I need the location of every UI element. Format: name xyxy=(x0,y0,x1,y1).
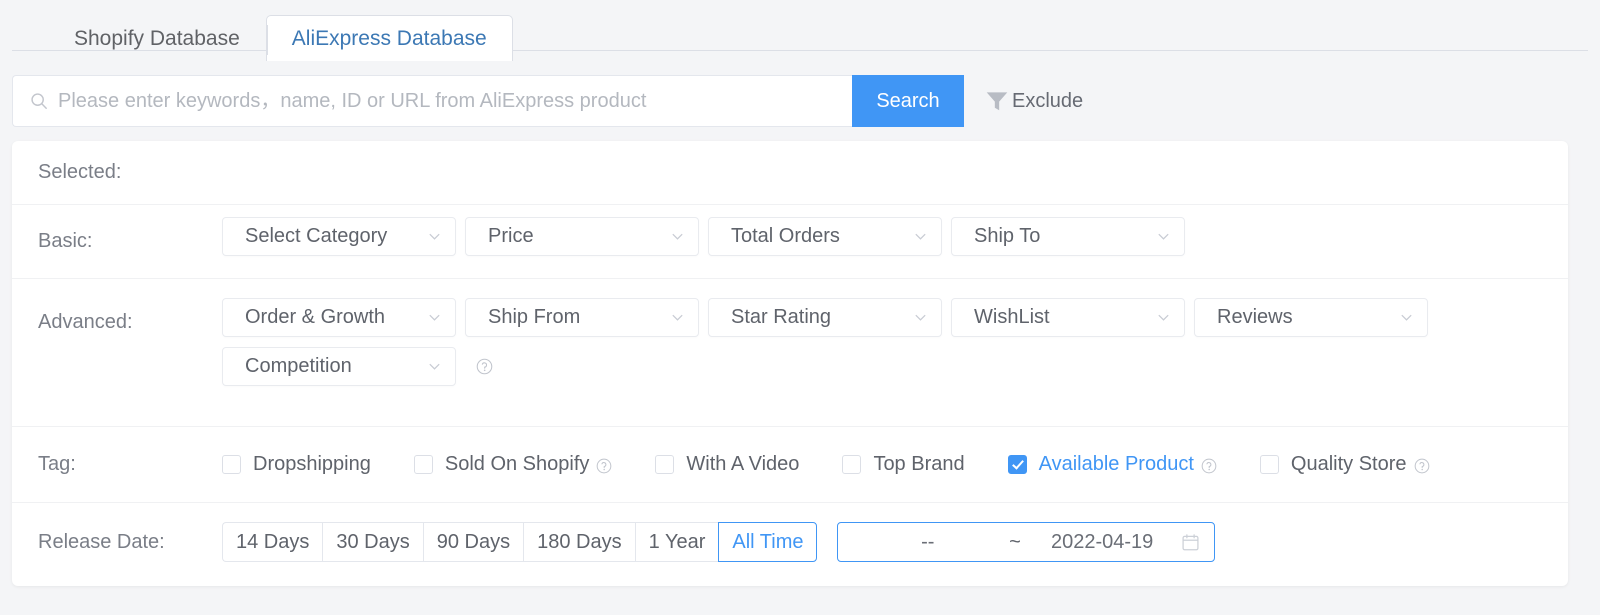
checkbox-label: Available Product xyxy=(1039,453,1194,476)
checkbox-label: Top Brand xyxy=(873,453,964,476)
tab-aliexpress-database[interactable]: AliExpress Database xyxy=(266,15,513,61)
tab-list: Shopify Database AliExpress Database xyxy=(12,0,1588,56)
checkbox-box xyxy=(842,455,861,474)
segment-30-days[interactable]: 30 Days xyxy=(322,522,422,562)
segment-90-days[interactable]: 90 Days xyxy=(423,522,523,562)
chevron-down-icon xyxy=(427,310,442,325)
chevron-down-icon xyxy=(1399,310,1414,325)
dropdown-label: Total Orders xyxy=(731,225,840,248)
chevron-down-icon xyxy=(1156,310,1171,325)
filter-row-basic: Basic: Select Category Price Total Order… xyxy=(12,205,1568,279)
search-button[interactable]: Search xyxy=(852,75,964,127)
checkbox-box xyxy=(1260,455,1279,474)
calendar-icon[interactable] xyxy=(1181,533,1200,552)
chevron-down-icon xyxy=(913,229,928,244)
dropdown-label: WishList xyxy=(974,306,1050,329)
help-icon-quality-store[interactable] xyxy=(1414,458,1430,474)
dropdown-label: Competition xyxy=(245,355,352,378)
dropdown-ship-to[interactable]: Ship To xyxy=(951,217,1185,256)
exclude-label: Exclude xyxy=(1012,90,1083,113)
dropdown-total-orders[interactable]: Total Orders xyxy=(708,217,942,256)
date-range-start-input[interactable] xyxy=(852,531,1003,554)
help-icon-competition[interactable] xyxy=(476,358,493,375)
checkbox-box xyxy=(655,455,674,474)
dropdown-label: Reviews xyxy=(1217,306,1293,329)
checkbox-box xyxy=(414,455,433,474)
search-row: Search Exclude xyxy=(0,56,1600,132)
tab-label: Shopify Database xyxy=(74,27,240,50)
segment-180-days[interactable]: 180 Days xyxy=(523,522,635,562)
filter-row-tag: Tag: Dropshipping Sold On Shopify With A… xyxy=(12,427,1568,503)
dropdown-reviews[interactable]: Reviews xyxy=(1194,298,1428,337)
dropdown-star-rating[interactable]: Star Rating xyxy=(708,298,942,337)
checkbox-sold-on-shopify[interactable]: Sold On Shopify xyxy=(414,453,613,476)
checkbox-top-brand[interactable]: Top Brand xyxy=(842,453,964,476)
chevron-down-icon xyxy=(427,229,442,244)
help-icon-available-product[interactable] xyxy=(1201,458,1217,474)
funnel-icon xyxy=(984,88,1010,114)
dropdown-order-and-growth[interactable]: Order & Growth xyxy=(222,298,456,337)
dropdown-label: Star Rating xyxy=(731,306,831,329)
dropdown-price[interactable]: Price xyxy=(465,217,699,256)
release-date-label: Release Date: xyxy=(38,531,222,554)
segment-14-days[interactable]: 14 Days xyxy=(222,522,322,562)
help-icon-sold-on-shopify[interactable] xyxy=(596,458,612,474)
dropdown-label: Order & Growth xyxy=(245,306,385,329)
checkbox-label: Dropshipping xyxy=(253,453,371,476)
selected-label: Selected: xyxy=(38,161,222,184)
checkbox-label: Sold On Shopify xyxy=(445,453,590,476)
search-input-container[interactable] xyxy=(12,75,852,127)
advanced-dropdown-row-2: Competition xyxy=(222,347,1542,396)
tab-shopify-database[interactable]: Shopify Database xyxy=(48,15,266,61)
release-date-segment-group: 14 Days 30 Days 90 Days 180 Days 1 Year … xyxy=(222,522,817,562)
tag-label: Tag: xyxy=(38,453,222,476)
advanced-dropdown-group: Order & Growth Ship From Star Rating Wis… xyxy=(222,298,1542,396)
checkbox-with-a-video[interactable]: With A Video xyxy=(655,453,799,476)
segment-all-time[interactable]: All Time xyxy=(718,522,817,562)
search-input[interactable] xyxy=(58,76,852,126)
dropdown-label: Select Category xyxy=(245,225,387,248)
exclude-toggle[interactable]: Exclude xyxy=(984,88,1083,114)
date-range-end-input[interactable] xyxy=(1027,531,1178,554)
dropdown-label: Price xyxy=(488,225,534,248)
dropdown-label: Ship To xyxy=(974,225,1040,248)
date-range-picker[interactable]: ~ xyxy=(837,522,1215,562)
dropdown-ship-from[interactable]: Ship From xyxy=(465,298,699,337)
filter-panel: Selected: Basic: Select Category Price T… xyxy=(12,141,1568,586)
checkbox-box xyxy=(1008,455,1027,474)
chevron-down-icon xyxy=(1156,229,1171,244)
date-range-separator: ~ xyxy=(1003,531,1027,554)
filter-row-release-date: Release Date: 14 Days 30 Days 90 Days 18… xyxy=(12,503,1568,581)
dropdown-wishlist[interactable]: WishList xyxy=(951,298,1185,337)
filter-row-advanced: Advanced: Order & Growth Ship From Star … xyxy=(12,279,1568,427)
checkbox-quality-store[interactable]: Quality Store xyxy=(1260,453,1430,476)
basic-dropdown-group: Select Category Price Total Orders Ship … xyxy=(222,217,1542,266)
dropdown-select-category[interactable]: Select Category xyxy=(222,217,456,256)
checkbox-box xyxy=(222,455,241,474)
checkbox-available-product[interactable]: Available Product xyxy=(1008,453,1217,476)
tab-label: AliExpress Database xyxy=(292,27,487,50)
checkbox-label: With A Video xyxy=(686,453,799,476)
chevron-down-icon xyxy=(913,310,928,325)
dropdown-label: Ship From xyxy=(488,306,580,329)
filter-row-selected: Selected: xyxy=(12,141,1568,205)
search-icon xyxy=(30,92,48,110)
chevron-down-icon xyxy=(670,310,685,325)
chevron-down-icon xyxy=(670,229,685,244)
search-bar: Search xyxy=(12,75,964,127)
checkbox-label: Quality Store xyxy=(1291,453,1407,476)
basic-label: Basic: xyxy=(38,230,222,253)
checkbox-dropshipping[interactable]: Dropshipping xyxy=(222,453,371,476)
chevron-down-icon xyxy=(427,359,442,374)
tab-bar: Shopify Database AliExpress Database xyxy=(0,0,1600,56)
advanced-label: Advanced: xyxy=(38,298,222,334)
tag-checkbox-group: Dropshipping Sold On Shopify With A Vide… xyxy=(222,453,1542,476)
release-date-controls: 14 Days 30 Days 90 Days 180 Days 1 Year … xyxy=(222,522,1542,562)
segment-1-year[interactable]: 1 Year xyxy=(635,522,719,562)
dropdown-competition[interactable]: Competition xyxy=(222,347,456,386)
